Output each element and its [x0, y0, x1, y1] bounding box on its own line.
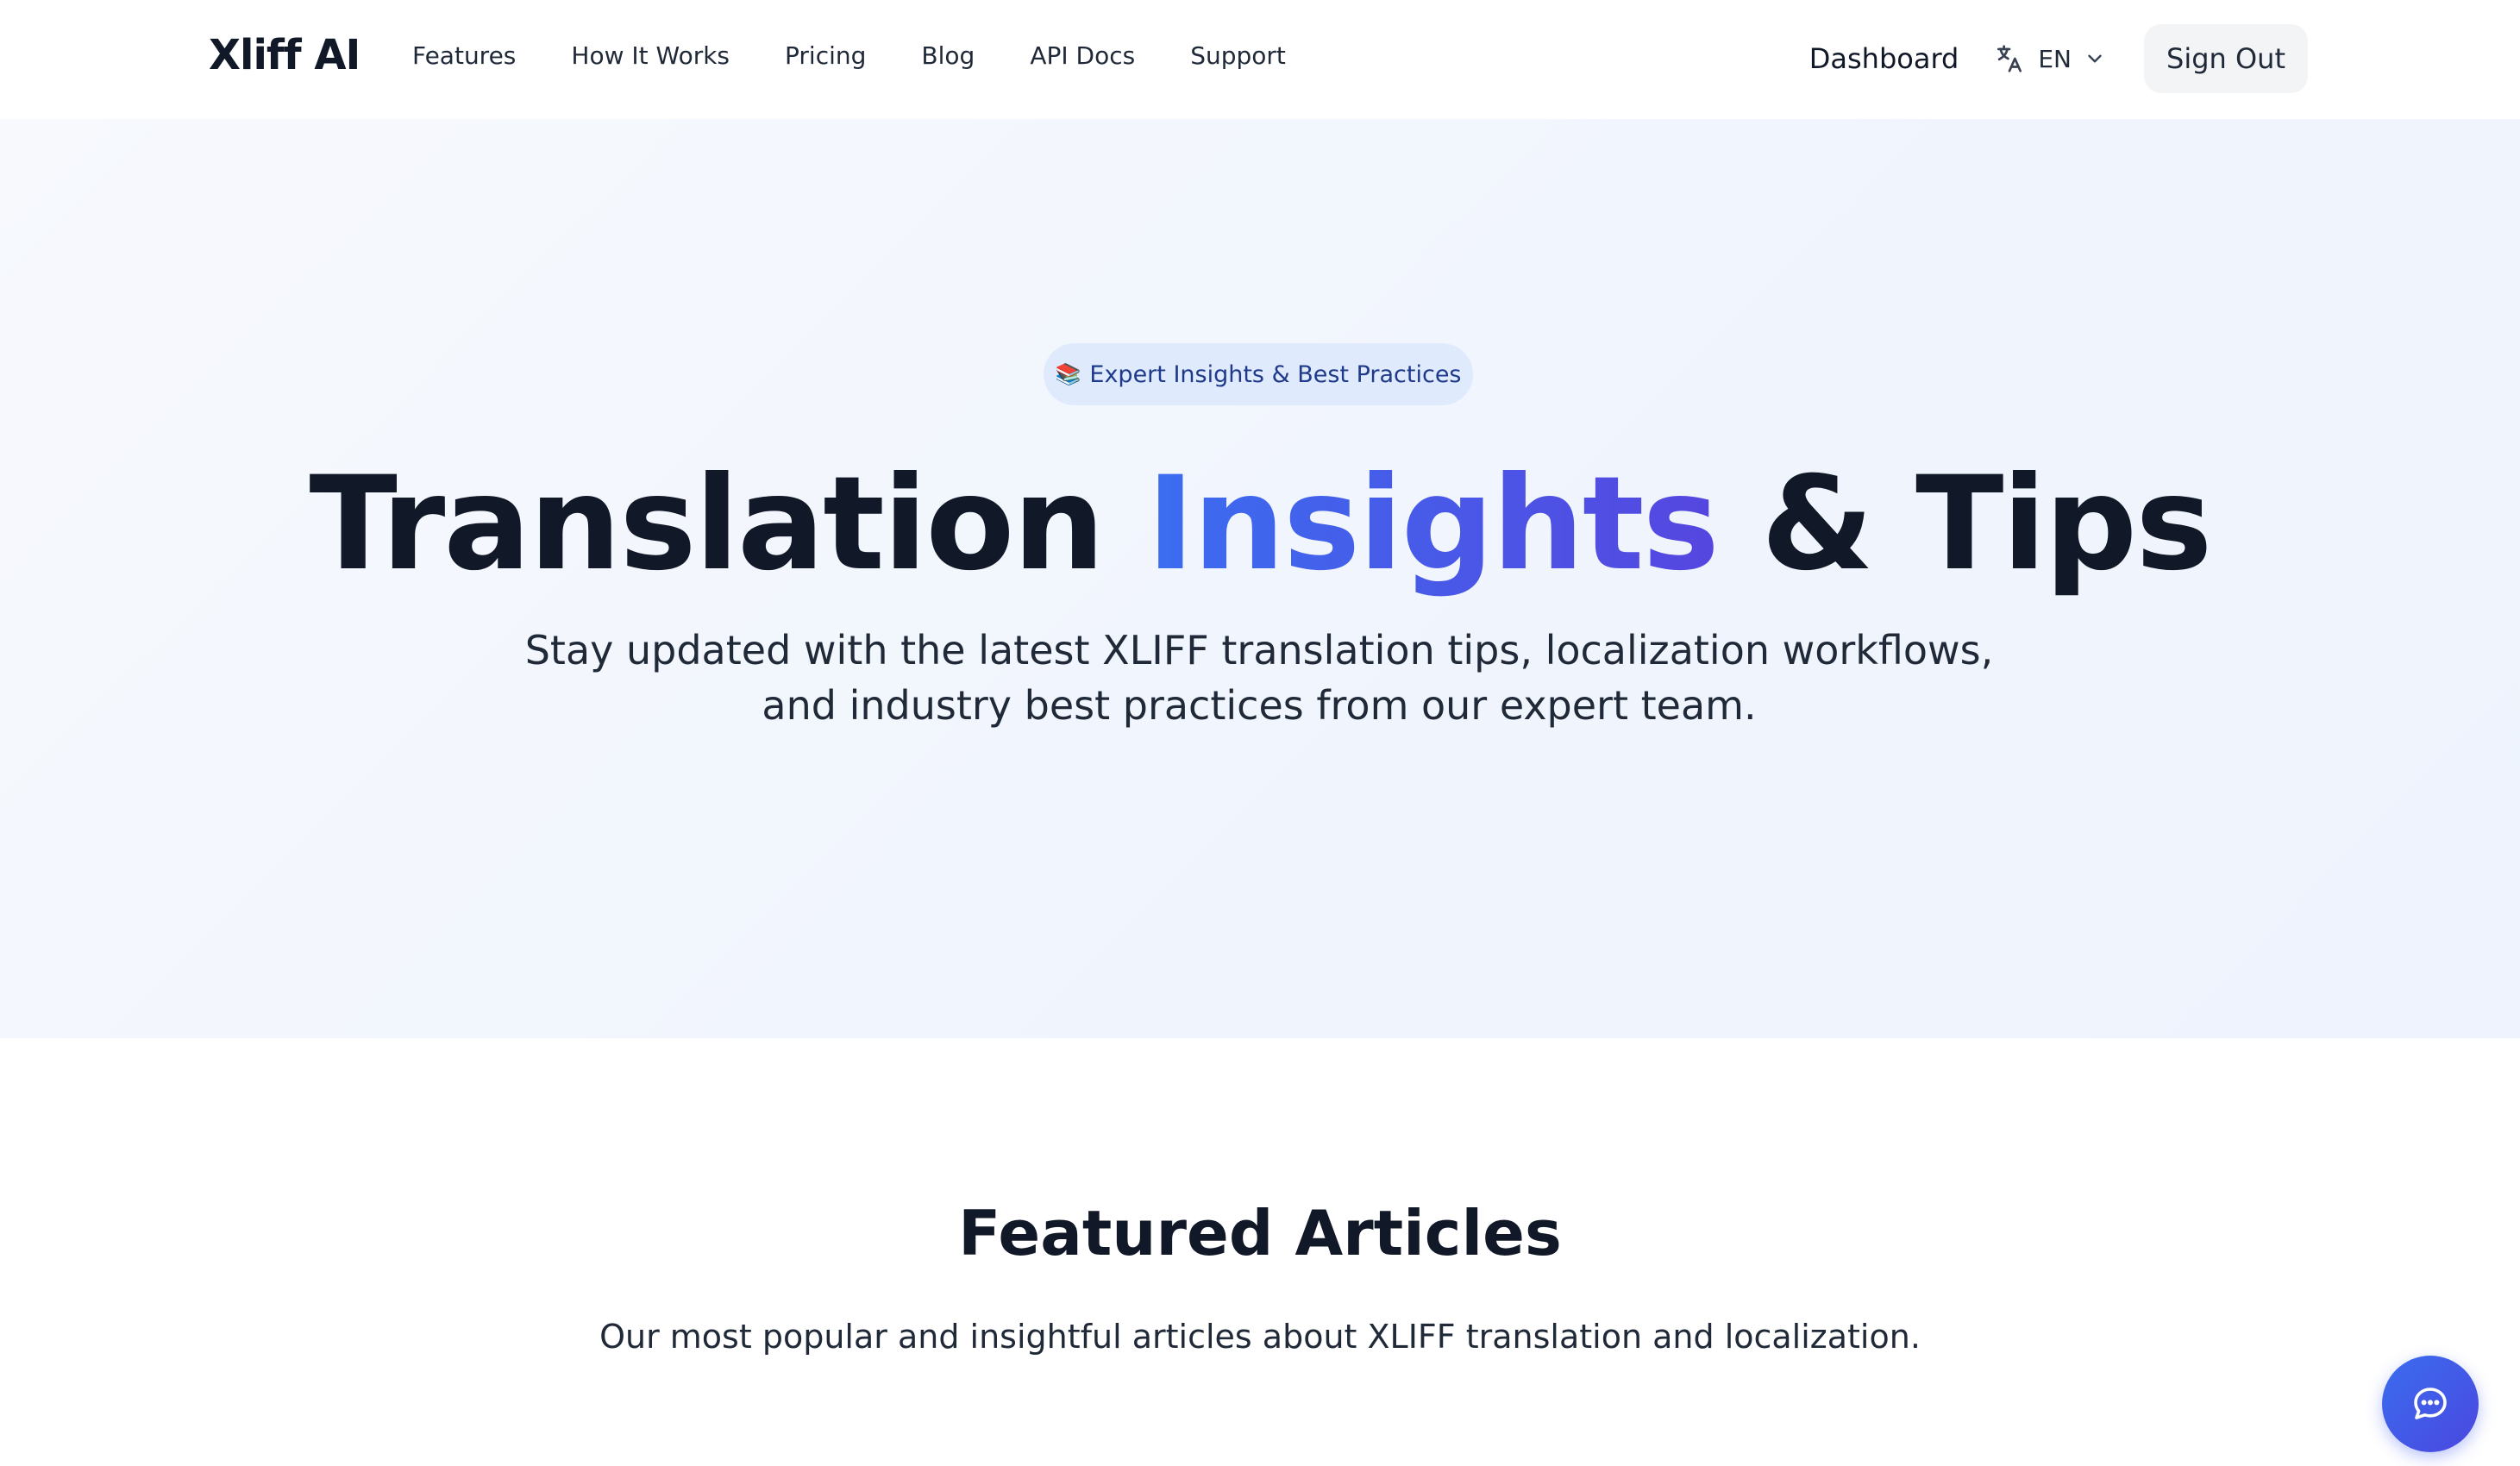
nav-links: Features How It Works Pricing Blog API D… [412, 41, 1341, 70]
hero-title-part2: & Tips [1717, 449, 2212, 599]
nav-link-pricing[interactable]: Pricing [785, 41, 866, 70]
nav-link-support[interactable]: Support [1190, 41, 1286, 70]
hero-section: 📚 Expert Insights & Best Practices Trans… [0, 119, 2520, 1038]
hero-title-accent: Insights [1146, 449, 1719, 599]
chat-button[interactable] [2382, 1356, 2479, 1452]
brand-logo[interactable]: Xliff AI [209, 31, 360, 79]
sign-out-button[interactable]: Sign Out [2144, 24, 2308, 93]
top-nav: Xliff AI Features How It Works Pricing B… [0, 0, 2520, 119]
translate-icon [1997, 45, 2022, 72]
hero-title-part1: Translation [309, 449, 1147, 599]
nav-link-features[interactable]: Features [412, 41, 516, 70]
nav-right: Dashboard EN Sign Out [1809, 24, 2308, 93]
hero-title: Translation Insights & Tips [0, 447, 2520, 602]
chevron-down-icon [2088, 54, 2102, 63]
hero-subtitle: Stay updated with the latest XLIFF trans… [524, 627, 1994, 729]
nav-link-blog[interactable]: Blog [921, 41, 975, 70]
nav-link-how-it-works[interactable]: How It Works [571, 41, 730, 70]
featured-subtitle: Our most popular and insightful articles… [599, 1318, 1921, 1356]
hero-badge-label: Expert Insights & Best Practices [1089, 360, 1462, 388]
chat-bubble-icon [2414, 1388, 2447, 1419]
language-code: EN [2038, 44, 2072, 73]
nav-link-api-docs[interactable]: API Docs [1030, 41, 1135, 70]
hero-badge: 📚 Expert Insights & Best Practices [1044, 343, 1473, 405]
language-selector[interactable]: EN [1993, 42, 2106, 75]
featured-title: Featured Articles [958, 1197, 1562, 1269]
dashboard-link[interactable]: Dashboard [1809, 42, 1959, 75]
page: Xliff AI Features How It Works Pricing B… [0, 0, 2520, 1466]
books-icon: 📚 [1055, 362, 1081, 386]
